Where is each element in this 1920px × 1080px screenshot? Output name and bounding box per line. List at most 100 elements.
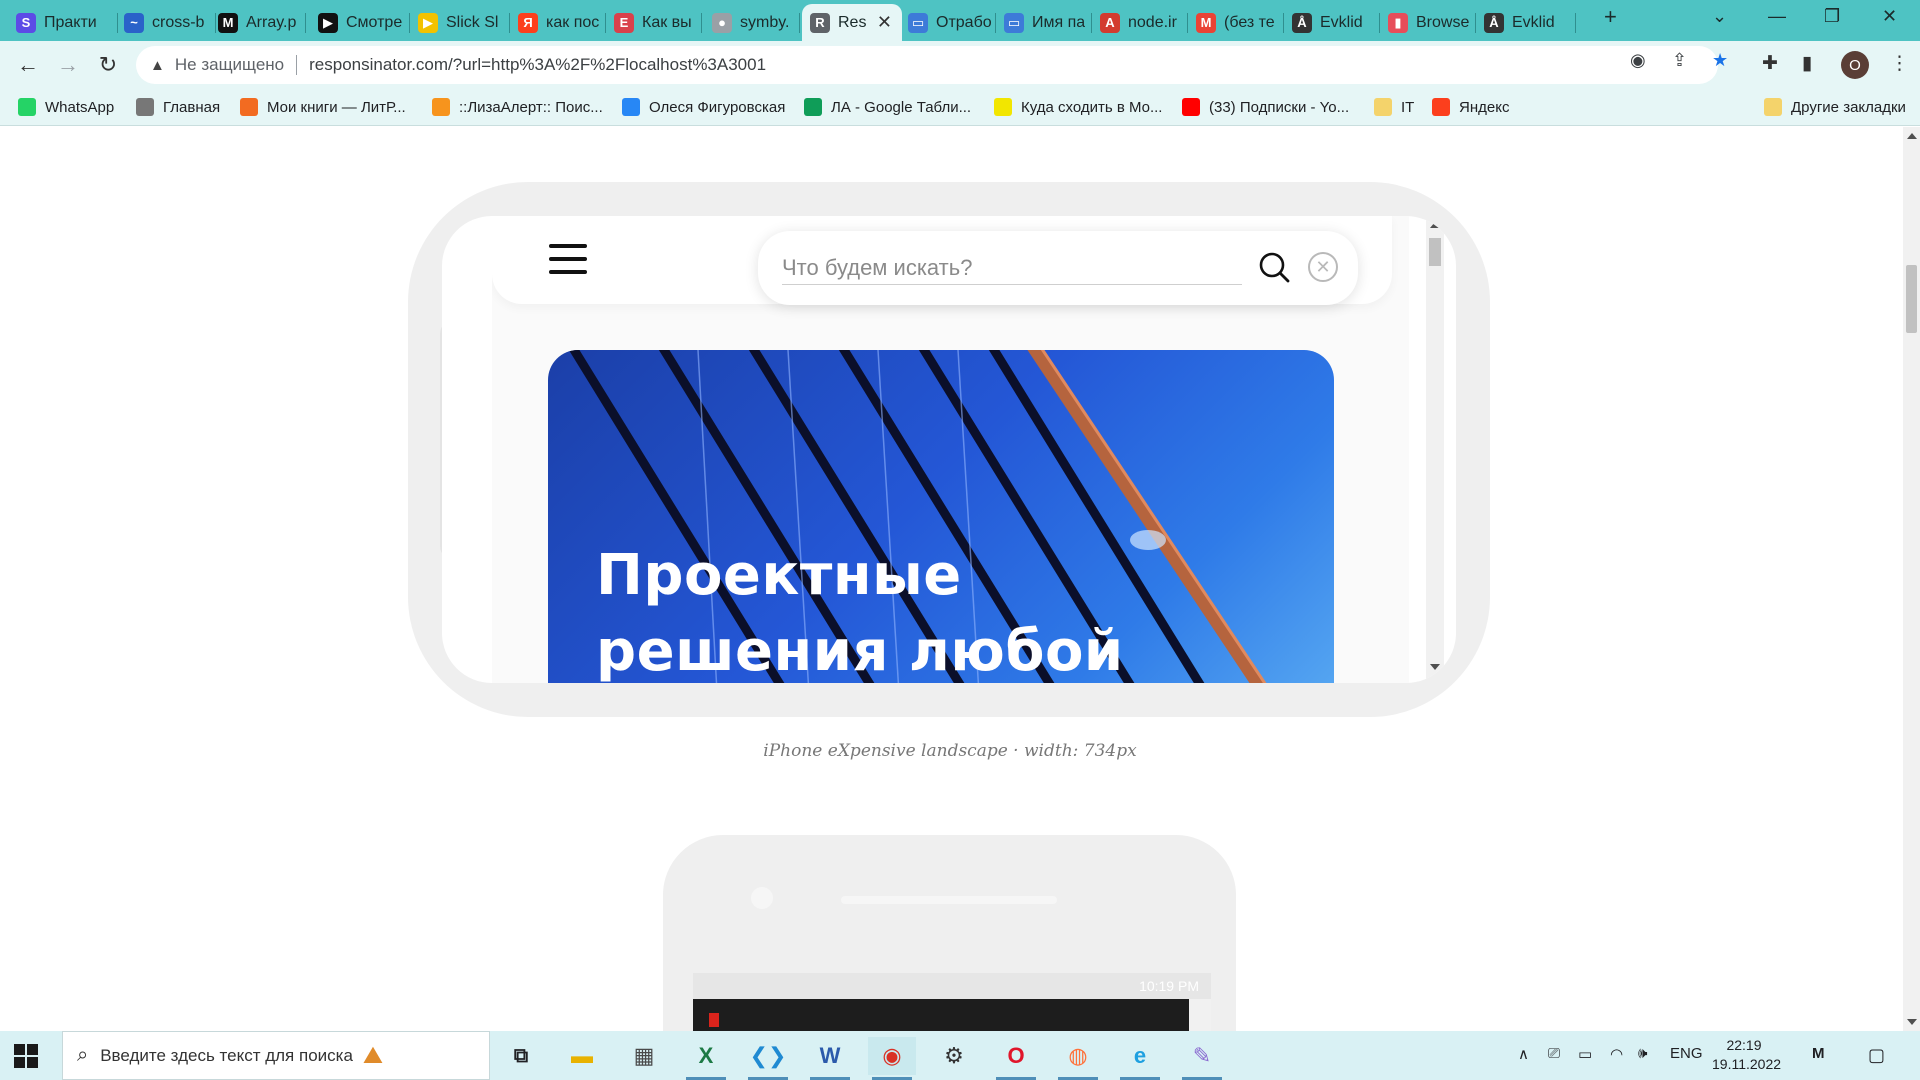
warning-icon[interactable]: ▲: [150, 57, 165, 74]
internet-explorer-icon[interactable]: e: [1116, 1037, 1164, 1080]
bookmark-item[interactable]: Олеся Фигуровская: [622, 96, 785, 118]
tab-close-icon[interactable]: ✕: [877, 12, 892, 33]
tab-label: Отрабо: [936, 13, 992, 31]
scroll-down-icon[interactable]: [1907, 1019, 1917, 1025]
browser-tab[interactable]: ▭ Имя па: [996, 4, 1092, 41]
back-button[interactable]: ←: [14, 51, 42, 79]
bookmark-item[interactable]: Яндекс: [1432, 96, 1509, 118]
browser-tab[interactable]: ~ cross-b: [116, 4, 216, 41]
minimize-icon[interactable]: —: [1768, 6, 1786, 27]
browser-tab[interactable]: M Array.p: [210, 4, 306, 41]
security-label[interactable]: Не защищено: [175, 55, 284, 75]
notifications-icon[interactable]: ▢: [1868, 1045, 1885, 1066]
tray-device-icon[interactable]: ⎚: [1548, 1045, 1560, 1062]
address-bar[interactable]: ▲ Не защищено responsinator.com/?url=htt…: [136, 46, 1718, 84]
vscode-icon[interactable]: ❮❯: [744, 1037, 792, 1080]
frame-scrollbar[interactable]: [1426, 216, 1444, 683]
maximize-icon[interactable]: ❐: [1824, 6, 1840, 27]
tab-separator: [701, 13, 702, 33]
portrait-frame-scrollbar[interactable]: [1189, 999, 1211, 1031]
page-scrollbar[interactable]: [1903, 127, 1920, 1031]
chrome-icon[interactable]: ◉: [868, 1037, 916, 1080]
browser-tab[interactable]: ● symby.: [704, 4, 800, 41]
calculator-icon[interactable]: ▦: [620, 1037, 668, 1075]
file-explorer-icon[interactable]: ▬: [558, 1037, 606, 1075]
wifi-icon[interactable]: ◠: [1610, 1045, 1623, 1063]
browser-tab[interactable]: Å Evklid: [1476, 4, 1576, 41]
browser-tab[interactable]: Е Как вы: [606, 4, 702, 41]
scroll-up-icon[interactable]: [1430, 222, 1440, 228]
paint-icon[interactable]: ✎: [1178, 1037, 1226, 1080]
browser-tab[interactable]: ▮ Browse: [1380, 4, 1476, 41]
opera-icon[interactable]: O: [992, 1037, 1040, 1080]
bookmark-item[interactable]: ЛА - Google Табли...: [804, 96, 971, 118]
side-panel-icon[interactable]: ▮: [1802, 52, 1812, 75]
tab-label: Смотре: [346, 13, 403, 31]
url-text[interactable]: responsinator.com/?url=http%3A%2F%2Floca…: [309, 55, 766, 75]
profile-avatar[interactable]: О: [1841, 51, 1869, 79]
youtube-icon: [1182, 98, 1200, 116]
tab-label: Res: [838, 13, 867, 31]
browser-tab[interactable]: Å Evklid: [1284, 4, 1380, 41]
bookmark-star-icon[interactable]: ★: [1712, 50, 1728, 71]
page-scroll-thumb[interactable]: [1906, 265, 1917, 333]
scroll-down-icon[interactable]: [1430, 664, 1440, 670]
firefox-icon[interactable]: ◍: [1054, 1037, 1102, 1080]
share-icon[interactable]: ⇪: [1672, 50, 1687, 71]
bookmark-item[interactable]: (33) Подписки - Yo...: [1182, 96, 1349, 118]
tab-favicon-icon: ▭: [908, 12, 928, 33]
browser-tab[interactable]: M (без те: [1188, 4, 1284, 41]
clock-date: 19.11.2022: [1712, 1056, 1782, 1072]
windows-start-icon[interactable]: [14, 1044, 38, 1068]
browser-tab[interactable]: R Res ✕: [802, 4, 902, 41]
tab-favicon-icon: ●: [712, 12, 732, 33]
forward-button[interactable]: →: [54, 51, 82, 79]
meet-now-icon[interactable]: M: [1812, 1045, 1825, 1062]
window-close-icon[interactable]: ✕: [1882, 6, 1897, 27]
tab-strip: S Практи ~ cross-b M Array.p ▶ Смотре ▶ Slick Sl Я…: [0, 0, 1920, 41]
lizaalert-icon: [432, 98, 450, 116]
search-clear-icon[interactable]: ✕: [1308, 252, 1338, 282]
bookmark-item[interactable]: WhatsApp: [18, 96, 114, 118]
taskbar-search-box[interactable]: ⌕ Введите здесь текст для поиска ⛰: [62, 1031, 490, 1080]
tray-chevron-icon[interactable]: ∧: [1518, 1045, 1529, 1063]
settings-gear-icon[interactable]: ⚙: [930, 1037, 978, 1075]
search-icon[interactable]: [1258, 251, 1290, 283]
bookmark-label: Олеся Фигуровская: [649, 98, 786, 116]
browser-toolbar: ← → ↻ ▲ Не защищено responsinator.com/?u…: [0, 41, 1920, 89]
bookmark-item[interactable]: Главная: [136, 96, 220, 118]
site-search-input[interactable]: [782, 251, 1242, 285]
menu-dots-icon[interactable]: ⋮: [1890, 52, 1909, 75]
extensions-icon[interactable]: ✚: [1762, 52, 1778, 75]
volume-icon[interactable]: 🕪: [1638, 1045, 1647, 1062]
excel-icon[interactable]: X: [682, 1037, 730, 1080]
browser-tab[interactable]: Якак пос: [510, 4, 606, 41]
browser-tab[interactable]: Anode.ir: [1092, 4, 1188, 41]
word-icon[interactable]: W: [806, 1037, 854, 1080]
tab-favicon-icon: S: [16, 12, 36, 33]
bookmark-item[interactable]: Куда сходить в Мо...: [994, 96, 1162, 118]
other-bookmarks[interactable]: Другие закладки: [1764, 96, 1906, 118]
bookmark-item[interactable]: IT: [1374, 96, 1414, 118]
browser-tab[interactable]: ▶ Смотре: [310, 4, 410, 41]
bookmark-item[interactable]: Мои книги — ЛитР...: [240, 96, 406, 118]
tab-label: Как вы: [642, 13, 692, 31]
battery-icon[interactable]: ▭: [1578, 1045, 1592, 1063]
scroll-up-icon[interactable]: [1907, 133, 1917, 139]
bookmark-item[interactable]: ::ЛизаАлерт:: Поис...: [432, 96, 603, 118]
browser-tab[interactable]: ▶ Slick Sl: [410, 4, 510, 41]
omnibox-divider: [296, 55, 298, 75]
language-indicator[interactable]: ENG: [1670, 1045, 1703, 1062]
frame-scroll-thumb[interactable]: [1429, 238, 1441, 266]
browser-tab[interactable]: S Практи: [8, 4, 118, 41]
browser-tab[interactable]: ▭ Отрабо: [900, 4, 996, 41]
tab-label: Имя па: [1032, 13, 1086, 31]
taskbar-clock[interactable]: 22:19 19.11.2022: [1712, 1036, 1782, 1074]
new-tab-button[interactable]: +: [1604, 4, 1617, 30]
bookmark-label: Куда сходить в Мо...: [1021, 98, 1163, 116]
reload-button[interactable]: ↻: [94, 51, 122, 79]
tracking-off-icon[interactable]: ◉: [1630, 50, 1646, 71]
task-view-icon[interactable]: ⧉: [497, 1037, 545, 1075]
tab-search-icon[interactable]: ⌄: [1712, 6, 1727, 27]
hamburger-menu-icon[interactable]: [549, 244, 587, 274]
